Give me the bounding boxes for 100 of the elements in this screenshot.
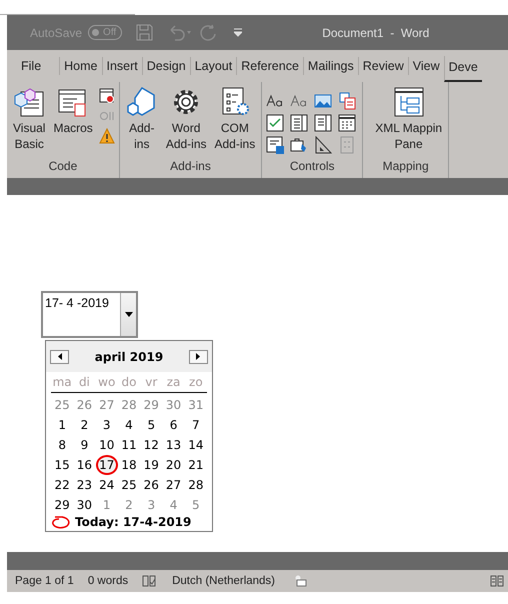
- today-link[interactable]: Today: 17-4-2019: [75, 515, 192, 529]
- calendar-day[interactable]: 11: [118, 435, 140, 455]
- calendar-day[interactable]: 4: [162, 495, 185, 515]
- calendar-day[interactable]: 13: [162, 435, 185, 455]
- weekday-label: wo: [97, 374, 116, 391]
- ribbon-tab[interactable]: Design: [142, 57, 190, 75]
- calendar-day[interactable]: 10: [96, 435, 118, 455]
- group-label: Add-ins: [169, 159, 212, 175]
- caret-icon: [124, 312, 132, 317]
- record-macro-icon[interactable]: [98, 88, 115, 104]
- calendar-day[interactable]: 12: [140, 435, 162, 455]
- ribbon-tab[interactable]: Reference: [236, 57, 303, 75]
- window-title: Document1 - Word: [322, 26, 430, 40]
- next-month-button[interactable]: [188, 350, 208, 364]
- calendar-day[interactable]: 28: [118, 395, 140, 415]
- left-arrow-icon: [58, 353, 62, 360]
- calendar-day[interactable]: 25: [51, 395, 74, 415]
- dropdown-list-icon[interactable]: [314, 114, 332, 132]
- word-count[interactable]: 0 words: [88, 575, 128, 587]
- checkbox-icon[interactable]: [266, 114, 284, 132]
- weekday-label: zo: [188, 374, 204, 391]
- ribbon-button[interactable]: Visual Basic: [11, 86, 48, 159]
- calendar-day[interactable]: 15: [51, 455, 74, 475]
- right-arrow-icon: [196, 353, 200, 360]
- hexagon-icon: [126, 86, 158, 118]
- weekday-label: vr: [144, 374, 158, 391]
- calendar-day[interactable]: 9: [73, 435, 96, 455]
- calendar-day[interactable]: 27: [162, 475, 185, 495]
- ribbon-tab[interactable]: Home: [59, 57, 102, 75]
- calendar-day[interactable]: 29: [140, 395, 162, 415]
- calendar-day[interactable]: 4: [118, 415, 140, 435]
- ribbon-tab[interactable]: View: [408, 57, 444, 75]
- calendar-day[interactable]: 27: [96, 395, 118, 415]
- calendar-day[interactable]: 3: [140, 495, 162, 515]
- calendar-day[interactable]: 24: [96, 475, 118, 495]
- weekday-label: di: [78, 374, 91, 391]
- calendar-day[interactable]: 23: [73, 475, 96, 495]
- customize-toolbar-icon[interactable]: [234, 28, 242, 37]
- weekday-label: do: [120, 374, 138, 391]
- picture-icon[interactable]: [314, 92, 332, 110]
- read-mode-icon[interactable]: [490, 575, 504, 587]
- calendar-day[interactable]: 30: [162, 395, 185, 415]
- previous-month-button[interactable]: [50, 350, 69, 364]
- calendar-day[interactable]: 30: [73, 495, 96, 515]
- group-label: Mapping: [382, 159, 430, 175]
- group-label: Code: [48, 159, 78, 175]
- ribbon-tab[interactable]: Layout: [190, 57, 236, 75]
- calendar-day[interactable]: 5: [140, 415, 162, 435]
- weekday-label: ma: [52, 374, 73, 391]
- calendar-day[interactable]: 19: [140, 455, 162, 475]
- calendar-day[interactable]: 2: [73, 415, 96, 435]
- calendar-day[interactable]: 31: [184, 395, 207, 415]
- calendar-day[interactable]: 1: [51, 415, 74, 435]
- building-block-icon[interactable]: [338, 92, 356, 110]
- calendar-day[interactable]: 7: [184, 415, 207, 435]
- date-picker-field[interactable]: 17- 4 -2019: [41, 291, 138, 338]
- calendar-day[interactable]: 21: [184, 455, 207, 475]
- warning-icon[interactable]: [98, 128, 115, 144]
- ribbon-button[interactable]: Add- ins: [124, 86, 160, 159]
- calendar-day[interactable]: 17: [96, 455, 118, 475]
- calendar-day[interactable]: 1: [96, 495, 118, 515]
- calendar-day[interactable]: 26: [73, 395, 96, 415]
- calendar-day[interactable]: 20: [162, 455, 185, 475]
- toolbox-icon[interactable]: [290, 136, 308, 154]
- calendar-day[interactable]: 6: [162, 415, 185, 435]
- month-title: april 2019: [94, 350, 164, 364]
- calendar-day[interactable]: 26: [140, 475, 162, 495]
- ribbon-tab[interactable]: Review: [358, 57, 408, 75]
- calendar-day[interactable]: 29: [51, 495, 74, 515]
- ribbon-button[interactable]: XML Mappin Pane: [373, 86, 444, 159]
- calendar-day[interactable]: 14: [184, 435, 207, 455]
- page-count[interactable]: Page 1 of 1: [15, 575, 74, 587]
- ribbon-button[interactable]: Word Add-ins: [164, 86, 208, 159]
- calendar-day[interactable]: 3: [96, 415, 118, 435]
- calendar-day[interactable]: 16: [73, 455, 96, 475]
- ribbon-tab[interactable]: Mailings: [302, 57, 358, 75]
- ribbon-tab[interactable]: File: [17, 57, 46, 75]
- date-picker-icon[interactable]: [338, 114, 356, 132]
- calendar-day[interactable]: 18: [118, 455, 140, 475]
- proofing-book-icon[interactable]: [142, 575, 156, 587]
- weekday-label: za: [166, 374, 182, 391]
- calendar-day[interactable]: 8: [51, 435, 74, 455]
- ribbon-button[interactable]: Macros: [51, 86, 95, 159]
- calendar-day[interactable]: 25: [118, 475, 140, 495]
- calendar-day[interactable]: 2: [118, 495, 140, 515]
- language-label[interactable]: Dutch (Netherlands): [172, 575, 276, 587]
- properties-icon: [338, 136, 356, 154]
- dropdown-button[interactable]: [120, 293, 136, 336]
- design-mode-icon[interactable]: [314, 136, 332, 154]
- calendar-day[interactable]: 5: [184, 495, 207, 515]
- combo-box-icon[interactable]: [290, 114, 308, 132]
- legacy-form-icon[interactable]: [266, 136, 284, 154]
- code-window-icon: [13, 86, 46, 118]
- calendar-day[interactable]: 28: [184, 475, 207, 495]
- ribbon-tab[interactable]: Insert: [102, 57, 142, 75]
- group-label: Controls: [288, 159, 336, 175]
- macro-record-icon[interactable]: [295, 575, 308, 587]
- calendar-day[interactable]: 22: [51, 475, 74, 495]
- tree-pane-icon: [392, 86, 425, 118]
- ribbon-button[interactable]: COM Add-ins: [212, 86, 258, 159]
